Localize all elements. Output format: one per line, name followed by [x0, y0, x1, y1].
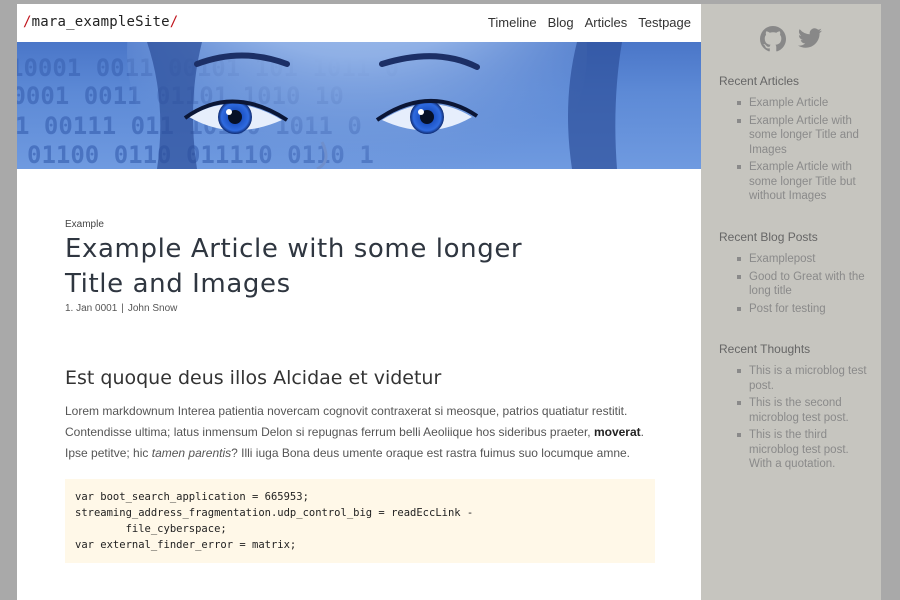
paragraph-text-1: Lorem markdownum Interea patientia nover…: [65, 404, 628, 439]
list-item: Example Article with some longer Title a…: [737, 114, 869, 158]
recent-blog-link[interactable]: Examplepost: [749, 253, 815, 265]
recent-blog-list: Examplepost Good to Great with the long …: [719, 252, 869, 316]
recent-blog-link[interactable]: Good to Great with the long title: [749, 271, 865, 298]
list-item: This is the second microblog test post.: [737, 396, 869, 425]
meta-separator: |: [121, 303, 124, 314]
section-heading: Est quoque deus illos Alcidae et videtur: [65, 367, 442, 389]
article: Example Example Article with some longer…: [65, 219, 655, 563]
recent-thought-link[interactable]: This is the third microblog test post. W…: [749, 429, 849, 470]
social-icons: [760, 26, 824, 52]
article-meta: 1. Jan 0001 | John Snow: [65, 303, 655, 314]
nav-testpage[interactable]: Testpage: [638, 15, 691, 30]
nav-articles[interactable]: Articles: [585, 15, 628, 30]
github-icon[interactable]: [760, 26, 786, 52]
list-item: Examplepost: [737, 252, 869, 267]
main-nav: Timeline Blog Articles Testpage: [488, 15, 691, 30]
recent-articles-section: Recent Articles Example Article Example …: [719, 74, 869, 207]
list-item: This is a microblog test post.: [737, 364, 869, 393]
recent-blog-section: Recent Blog Posts Examplepost Good to Gr…: [719, 230, 869, 319]
recent-thoughts-section: Recent Thoughts This is a microblog test…: [719, 342, 869, 475]
list-item: This is the third microblog test post. W…: [737, 428, 869, 472]
article-category[interactable]: Example: [65, 219, 655, 230]
paragraph-text-3: ? Illi iuga Bona deus umente oraque est …: [231, 446, 631, 460]
main-content: /mara_exampleSite/ Timeline Blog Article…: [17, 4, 701, 600]
list-item: Example Article with some longer Title b…: [737, 160, 869, 204]
recent-article-link[interactable]: Example Article with some longer Title a…: [749, 115, 859, 156]
paragraph-bold: moverat: [593, 425, 641, 439]
recent-thoughts-list: This is a microblog test post. This is t…: [719, 364, 869, 472]
recent-article-link[interactable]: Example Article with some longer Title b…: [749, 161, 856, 202]
twitter-icon[interactable]: [798, 26, 824, 50]
hero-image: 10001 0011 00101 101 1011 0 10001 0011 0…: [17, 42, 701, 169]
article-title: Example Article with some longer Title a…: [65, 234, 523, 299]
nav-blog[interactable]: Blog: [548, 15, 574, 30]
article-author: John Snow: [127, 303, 178, 314]
article-date: 1. Jan 0001: [65, 303, 118, 314]
recent-article-link[interactable]: Example Article: [749, 97, 828, 109]
recent-thought-link[interactable]: This is a microblog test post.: [749, 365, 867, 392]
list-item: Example Article: [737, 96, 869, 111]
recent-thoughts-heading: Recent Thoughts: [719, 342, 811, 356]
nav-timeline[interactable]: Timeline: [488, 15, 537, 30]
paragraph-italic: tamen parentis: [151, 446, 232, 460]
site-header: /mara_exampleSite/ Timeline Blog Article…: [17, 4, 701, 42]
recent-blog-heading: Recent Blog Posts: [719, 230, 818, 244]
sidebar: Recent Articles Example Article Example …: [701, 4, 881, 600]
recent-thought-link[interactable]: This is the second microblog test post.: [749, 397, 849, 424]
logo-slash-left: /: [23, 14, 32, 30]
logo-slash-right: /: [169, 14, 179, 30]
code-block: var boot_search_application = 665953; st…: [65, 479, 655, 563]
list-item: Post for testing: [737, 302, 869, 317]
recent-blog-link[interactable]: Post for testing: [749, 303, 826, 315]
logo-text: mara_exampleSite: [31, 14, 170, 30]
list-item: Good to Great with the long title: [737, 270, 869, 299]
page: /mara_exampleSite/ Timeline Blog Article…: [17, 4, 881, 600]
recent-articles-list: Example Article Example Article with som…: [719, 96, 869, 204]
recent-articles-heading: Recent Articles: [719, 74, 800, 88]
site-logo[interactable]: /mara_exampleSite/: [23, 14, 178, 30]
article-paragraph: Lorem markdownum Interea patientia nover…: [65, 401, 655, 464]
